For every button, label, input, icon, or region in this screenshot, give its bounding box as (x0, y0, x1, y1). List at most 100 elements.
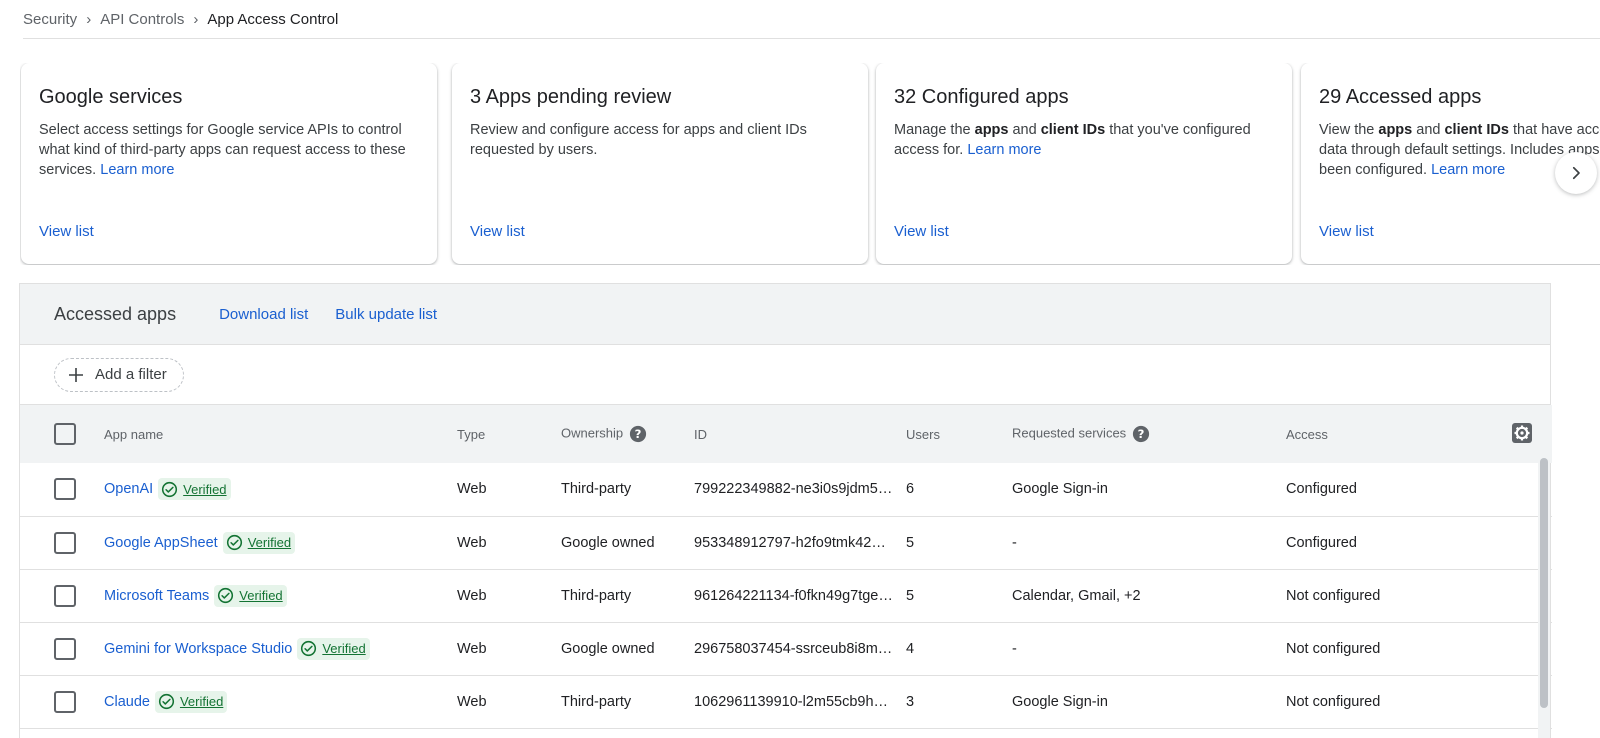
apps-table: App name Type Ownership? ID Users Reques… (20, 405, 1552, 729)
column-type[interactable]: Type (457, 405, 561, 463)
row-checkbox[interactable] (54, 584, 76, 607)
access-cell: Not configured (1286, 587, 1381, 604)
type-cell: Web (457, 534, 487, 551)
ownership-cell: Third-party (561, 481, 632, 498)
verified-badge[interactable]: Verified (158, 478, 231, 501)
desc-text: and (1008, 122, 1041, 138)
users-cell: 5 (906, 587, 915, 604)
id-cell: 953348912797-h2fo9tmk42… (694, 534, 886, 551)
learn-more-link[interactable]: Learn more (100, 162, 174, 178)
app-name-cell: Claude Verified (104, 675, 457, 728)
help-icon[interactable]: ? (1132, 425, 1150, 443)
type-cell: Web (457, 640, 487, 657)
breadcrumb: Security › API Controls › App Access Con… (23, 0, 1600, 39)
add-filter-button[interactable]: Add a filter (54, 357, 184, 392)
id-cell: 799222349882-ne3i0s9jdm5… (694, 481, 893, 498)
type-cell: Web (457, 693, 487, 710)
card-description-text: Select access settings for Google servic… (39, 122, 406, 178)
card-accessed-apps: 29 Accessed apps View the apps and clien… (1301, 63, 1600, 264)
users-cell: 6 (906, 481, 915, 498)
view-list-link[interactable]: View list (39, 223, 94, 240)
column-id[interactable]: ID (694, 405, 906, 463)
desc-text: View the (1319, 122, 1379, 138)
table-row[interactable]: OpenAI Verified Web Third-party 799222349882… (20, 463, 1552, 516)
services-cell: Google Sign-in (1012, 693, 1108, 710)
verified-badge[interactable]: Verified (214, 584, 287, 607)
column-ownership[interactable]: Ownership? (561, 405, 694, 463)
row-checkbox[interactable] (54, 690, 76, 713)
ownership-cell: Google owned (561, 534, 655, 551)
carousel-next-button[interactable] (1555, 152, 1597, 194)
app-name-link[interactable]: OpenAI (104, 481, 153, 497)
view-list-link[interactable]: View list (470, 223, 525, 240)
users-cell: 3 (906, 693, 915, 710)
app-name-link[interactable]: Claude (104, 693, 150, 709)
column-requested-services[interactable]: Requested services? (1012, 405, 1286, 463)
breadcrumb-security[interactable]: Security (23, 11, 77, 28)
access-cell: Configured (1286, 534, 1357, 551)
users-cell: 5 (906, 534, 915, 551)
table-row[interactable]: Google AppSheet Verified Web Google owned 95… (20, 516, 1552, 569)
id-cell: 961264221134-f0fkn49g7tge… (694, 587, 893, 604)
verified-label: Verified (239, 588, 283, 603)
bulk-update-list-button[interactable]: Bulk update list (335, 306, 437, 323)
id-cell: 296758037454-ssrceub8i8m… (694, 640, 893, 657)
gear-icon[interactable] (1512, 422, 1532, 443)
verified-badge[interactable]: Verified (222, 531, 296, 554)
card-title: 3 Apps pending review (470, 86, 672, 108)
svg-text:?: ? (635, 427, 642, 441)
card-description: Select access settings for Google servic… (39, 120, 419, 180)
scrollbar-thumb[interactable] (1540, 458, 1548, 708)
chevron-right-icon (1572, 166, 1580, 180)
breadcrumb-current: App Access Control (207, 10, 339, 28)
select-all-checkbox[interactable] (54, 423, 76, 445)
card-title: Google services (39, 86, 183, 108)
verified-label: Verified (322, 641, 366, 656)
card-configured-apps: 32 Configured apps Manage the apps and c… (876, 63, 1292, 264)
services-cell: Calendar, Gmail, +2 (1012, 587, 1141, 604)
column-access[interactable]: Access (1286, 405, 1512, 463)
access-cell: Not configured (1286, 640, 1381, 657)
verified-badge[interactable]: Verified (154, 690, 228, 713)
app-name-cell: OpenAI Verified (104, 463, 457, 516)
table-row[interactable]: Claude Verified Web Third-party 106296113991… (20, 675, 1552, 728)
users-cell: 4 (906, 640, 915, 657)
card-google-services: Google services Select access settings f… (21, 63, 437, 264)
table-row[interactable]: Gemini for Workspace Studio Verified Web Go… (20, 622, 1552, 675)
check-circle-icon (158, 693, 175, 710)
learn-more-link[interactable]: Learn more (1431, 162, 1505, 178)
view-list-link[interactable]: View list (894, 223, 949, 240)
access-cell: Not configured (1286, 693, 1381, 710)
learn-more-link[interactable]: Learn more (967, 142, 1041, 158)
view-list-link[interactable]: View list (1319, 223, 1374, 240)
plus-icon (67, 366, 85, 384)
ownership-cell: Third-party (561, 693, 632, 710)
column-app-name[interactable]: App name (104, 405, 457, 463)
panel-header: Accessed apps Download list Bulk update … (20, 284, 1550, 345)
desc-text: and (1412, 122, 1445, 138)
table-scrollbar[interactable] (1538, 456, 1550, 738)
download-list-button[interactable]: Download list (219, 306, 308, 323)
desc-bold: apps (1378, 122, 1413, 138)
app-name-link[interactable]: Microsoft Teams (104, 587, 209, 603)
column-users[interactable]: Users (906, 405, 1012, 463)
services-cell: - (1012, 640, 1017, 657)
desc-bold: client IDs (1444, 122, 1509, 138)
verified-badge[interactable]: Verified (297, 637, 370, 660)
app-name-link[interactable]: Gemini for Workspace Studio (104, 640, 292, 656)
svg-text:?: ? (1138, 427, 1145, 441)
row-checkbox[interactable] (54, 637, 76, 660)
row-checkbox[interactable] (54, 478, 76, 501)
app-name-cell: Google AppSheet Verified (104, 516, 457, 569)
verified-label: Verified (247, 535, 292, 550)
card-description: Manage the apps and client IDs that you'… (894, 120, 1274, 160)
accessed-apps-panel: Accessed apps Download list Bulk update … (19, 283, 1552, 738)
column-label: Ownership (561, 425, 624, 441)
card-description: Review and configure access for apps and… (470, 122, 807, 158)
row-checkbox[interactable] (54, 531, 76, 554)
app-name-link[interactable]: Google AppSheet (104, 534, 218, 550)
table-row[interactable]: Microsoft Teams Verified Web Third-party 961… (20, 569, 1552, 622)
breadcrumb-api-controls[interactable]: API Controls (100, 11, 184, 28)
services-cell: Google Sign-in (1012, 481, 1108, 498)
help-icon[interactable]: ? (629, 425, 647, 443)
